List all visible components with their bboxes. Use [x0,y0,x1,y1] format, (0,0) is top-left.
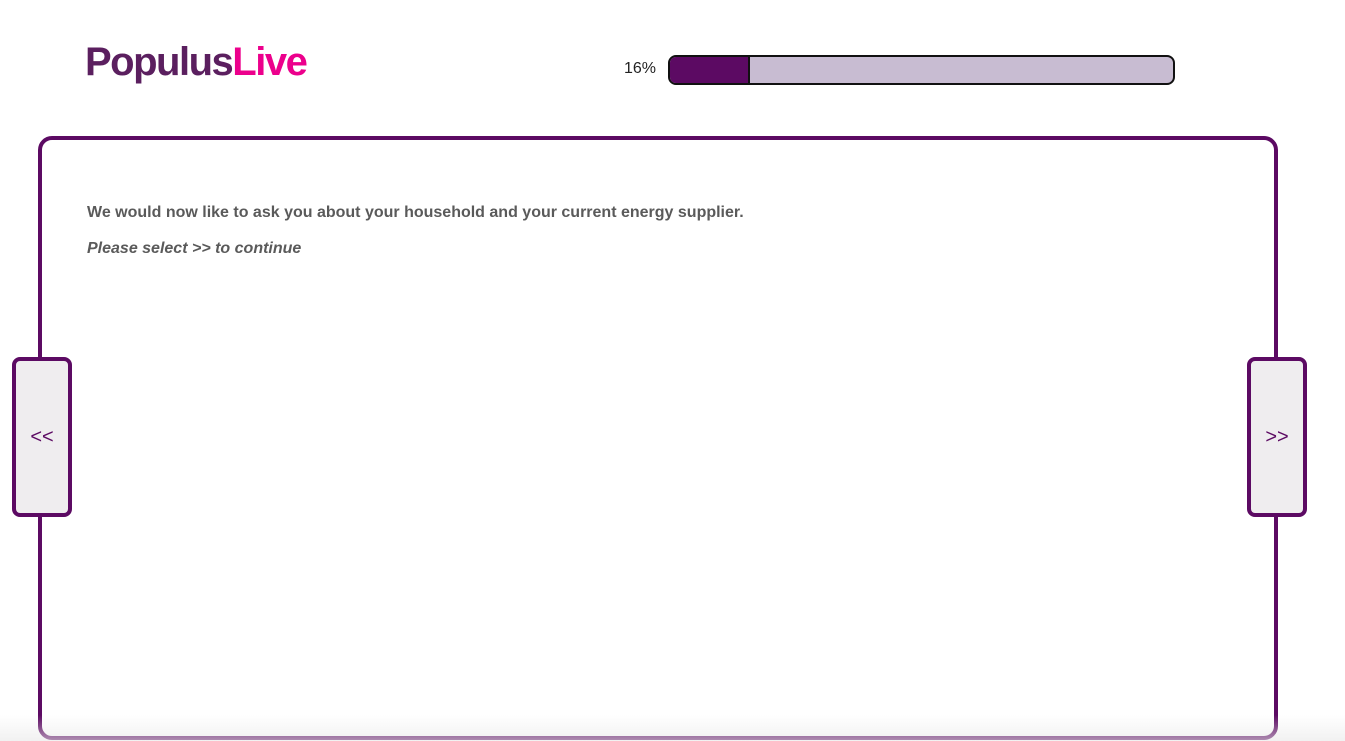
progress-bar [668,55,1175,85]
question-instruction-text: Please select >> to continue [87,240,302,257]
logo-text-live: Live [232,40,308,84]
populuslive-logo: PopulusLive [85,38,308,86]
logo-text-populus: Populus [85,40,234,84]
progress-percent-label: 16% [624,60,657,77]
question-panel: We would now like to ask you about your … [38,136,1278,740]
next-button[interactable]: >> [1247,357,1307,517]
previous-button[interactable]: << [12,357,72,517]
survey-page: PopulusLive 16% We would now like to ask… [0,0,1345,741]
question-intro-text: We would now like to ask you about your … [87,204,744,221]
progress-bar-fill [670,57,751,83]
